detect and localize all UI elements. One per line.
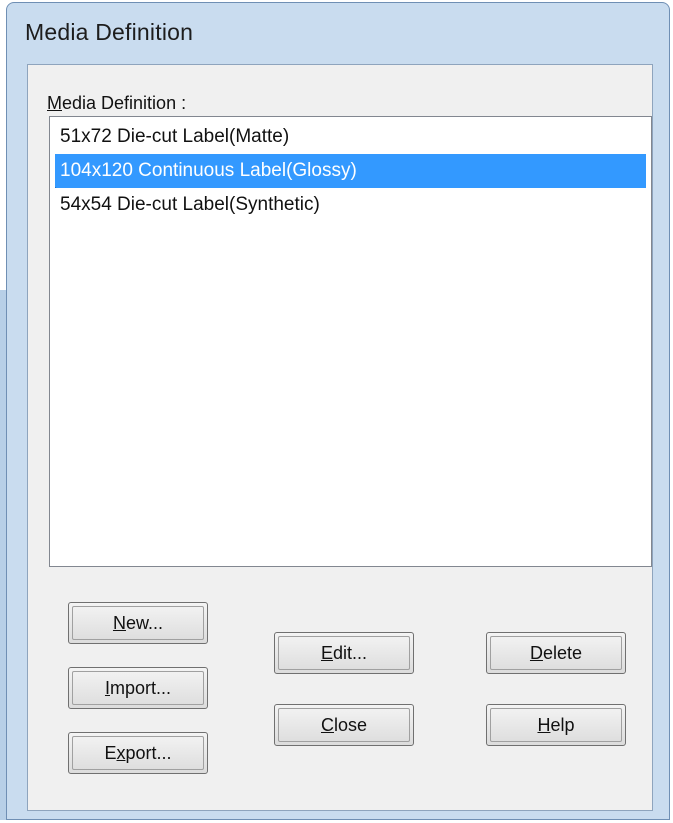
delete-button[interactable]: Delete	[486, 632, 626, 674]
edit-button-label: dit...	[333, 643, 368, 663]
list-item-media-1[interactable]: 104x120 Continuous Label(Glossy)	[55, 154, 646, 188]
delete-button-label: elete	[542, 643, 583, 663]
new-button-label: ew...	[125, 613, 164, 633]
list-item-media-0[interactable]: 51x72 Die-cut Label(Matte)	[55, 120, 646, 154]
selection-highlight-ring	[55, 154, 646, 188]
import-button-label: mport...	[110, 678, 172, 698]
edit-button[interactable]: Edit...	[274, 632, 414, 674]
export-button-label: port...	[125, 743, 172, 763]
new-button[interactable]: New...	[68, 602, 208, 644]
media-definition-list-label: Media Definition :	[47, 93, 186, 114]
dialog-client-area: Media Definition : 51x72 Die-cut Label(M…	[27, 64, 653, 811]
close-button-label: lose	[333, 715, 368, 735]
help-button[interactable]: Help	[486, 704, 626, 746]
help-button-label: elp	[550, 715, 575, 735]
import-button[interactable]: Import...	[68, 667, 208, 709]
list-label-text: edia Definition :	[62, 93, 187, 113]
export-button[interactable]: Export...	[68, 732, 208, 774]
delete-button-mnemonic: D	[529, 643, 543, 663]
close-button[interactable]: Close	[274, 704, 414, 746]
dialog-title: Media Definition	[25, 19, 194, 45]
media-definition-listbox[interactable]: 51x72 Die-cut Label(Matte) 104x120 Conti…	[49, 116, 652, 567]
help-button-mnemonic: H	[537, 715, 551, 735]
list-label-mnemonic: M	[47, 93, 62, 113]
edit-button-mnemonic: E	[320, 643, 333, 663]
list-item-media-2[interactable]: 54x54 Die-cut Label(Synthetic)	[55, 188, 646, 222]
new-button-mnemonic: N	[112, 613, 126, 633]
close-button-mnemonic: C	[320, 715, 334, 735]
export-button-pre: E	[104, 743, 117, 763]
media-definition-dialog: Media Definition Media Definition : 51x7…	[6, 2, 670, 820]
